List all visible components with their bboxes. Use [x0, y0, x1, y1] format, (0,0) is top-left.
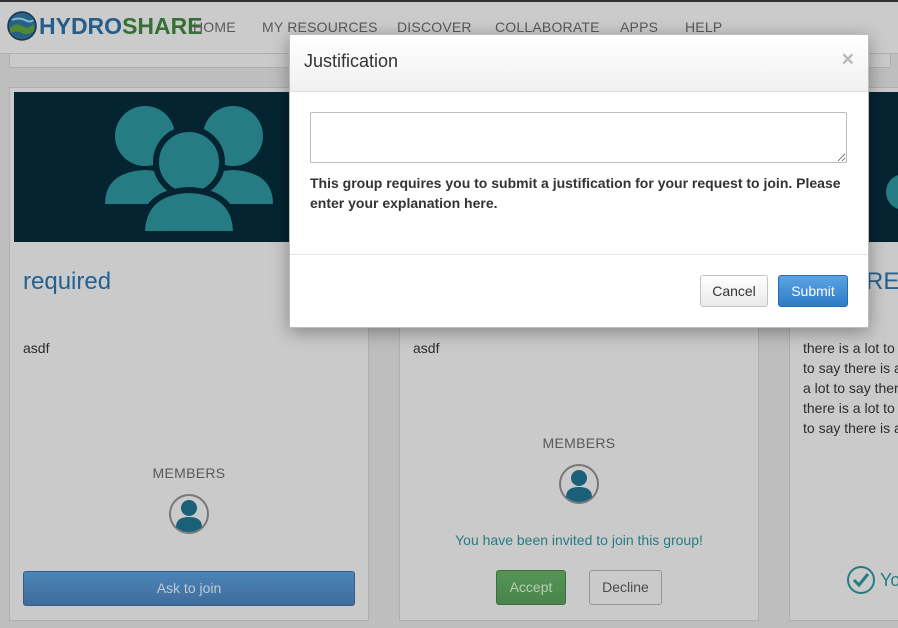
- justification-help-text: This group requires you to submit a just…: [310, 175, 841, 211]
- modal-title: Justification: [304, 51, 399, 71]
- cancel-button[interactable]: Cancel: [700, 275, 768, 307]
- submit-button[interactable]: Submit: [778, 275, 848, 307]
- justification-modal: Justification × This group requires you …: [289, 34, 869, 328]
- close-icon[interactable]: ×: [842, 48, 854, 72]
- modal-footer: Cancel Submit: [290, 254, 868, 328]
- justification-textarea[interactable]: [310, 112, 847, 163]
- modal-header: Justification ×: [290, 35, 868, 92]
